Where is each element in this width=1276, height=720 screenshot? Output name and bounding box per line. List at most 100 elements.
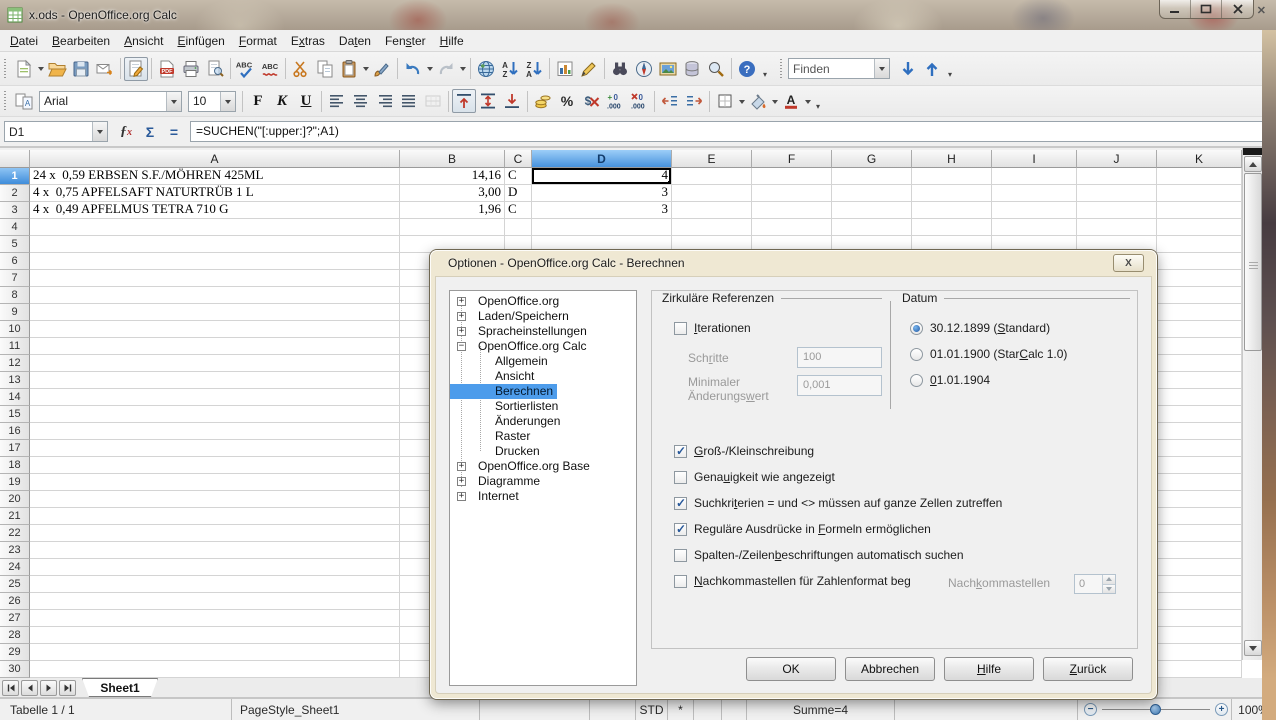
- page-preview-icon[interactable]: [203, 57, 227, 81]
- row-header-5[interactable]: 5: [0, 236, 30, 253]
- cell-a14[interactable]: [30, 389, 400, 406]
- cell-a22[interactable]: [30, 525, 400, 542]
- column-header-a[interactable]: A: [30, 150, 400, 168]
- menu-ansicht[interactable]: Ansicht: [117, 30, 170, 51]
- expand-icon[interactable]: +: [457, 327, 466, 336]
- cell-a30[interactable]: [30, 661, 400, 678]
- underline-icon[interactable]: U: [294, 89, 318, 113]
- expand-icon[interactable]: +: [457, 477, 466, 486]
- increase-indent-icon[interactable]: [682, 89, 706, 113]
- cell-e1[interactable]: [672, 168, 752, 185]
- find-next-icon[interactable]: [896, 57, 920, 81]
- menu-fenster[interactable]: Fenster: [378, 30, 433, 51]
- date-option-1[interactable]: 01.01.1900 (StarCalc 1.0): [910, 347, 1067, 361]
- cell-k18[interactable]: [1157, 457, 1242, 474]
- cell-i1[interactable]: [992, 168, 1077, 185]
- vertical-scrollbar-thumb[interactable]: [1244, 173, 1262, 351]
- tree-item-diagramme[interactable]: Diagramme+: [450, 474, 636, 489]
- cell-h2[interactable]: [912, 185, 992, 202]
- sum-indicator[interactable]: Summe=4: [747, 699, 895, 720]
- tree-item-allgemein[interactable]: Allgemein: [450, 354, 636, 369]
- find-dropdown-button[interactable]: [874, 59, 889, 78]
- zoom-out-icon[interactable]: −: [1084, 703, 1097, 716]
- cell-d3[interactable]: 3: [532, 202, 672, 219]
- cell-k3[interactable]: [1157, 202, 1242, 219]
- undo-dropdown-icon[interactable]: [425, 57, 434, 81]
- cut-icon[interactable]: [289, 57, 313, 81]
- cell-i4[interactable]: [992, 219, 1077, 236]
- previous-sheet-icon[interactable]: [21, 680, 38, 696]
- delete-decimal-icon[interactable]: 0.000: [627, 89, 651, 113]
- cell-f2[interactable]: [752, 185, 832, 202]
- expand-icon[interactable]: +: [457, 312, 466, 321]
- center-vertical-icon[interactable]: [476, 89, 500, 113]
- align-right-icon[interactable]: [373, 89, 397, 113]
- cell-g1[interactable]: [832, 168, 912, 185]
- draw-functions-icon[interactable]: [577, 57, 601, 81]
- cell-a12[interactable]: [30, 355, 400, 372]
- cancel-button[interactable]: Abbrechen: [845, 657, 935, 681]
- row-header-3[interactable]: 3: [0, 202, 30, 219]
- hyperlink-icon[interactable]: [474, 57, 498, 81]
- page-style-indicator[interactable]: PageStyle_Sheet1: [232, 699, 480, 720]
- row-header-18[interactable]: 18: [0, 457, 30, 474]
- tree-item-laden-speichern[interactable]: Laden/Speichern+: [450, 309, 636, 324]
- cell-k17[interactable]: [1157, 440, 1242, 457]
- collapse-icon[interactable]: −: [457, 342, 466, 351]
- cell-a9[interactable]: [30, 304, 400, 321]
- cell-a16[interactable]: [30, 423, 400, 440]
- column-header-k[interactable]: K: [1157, 150, 1242, 168]
- redo-dropdown-icon[interactable]: [458, 57, 467, 81]
- cell-k30[interactable]: [1157, 661, 1242, 678]
- cell-c2[interactable]: D: [505, 185, 532, 202]
- open-icon[interactable]: [45, 57, 69, 81]
- iterations-checkbox[interactable]: Iterationen: [674, 321, 751, 335]
- cell-k20[interactable]: [1157, 491, 1242, 508]
- menu-datei[interactable]: Datei: [3, 30, 45, 51]
- help-icon[interactable]: ?: [735, 57, 759, 81]
- cell-j3[interactable]: [1077, 202, 1157, 219]
- cell-k16[interactable]: [1157, 423, 1242, 440]
- date-option-2[interactable]: 01.01.1904: [910, 373, 990, 387]
- scroll-up-icon[interactable]: [1244, 156, 1262, 172]
- tree-item--nderungen[interactable]: Änderungen: [450, 414, 636, 429]
- cell-k28[interactable]: [1157, 627, 1242, 644]
- option-checkbox-0[interactable]: Groß-/Kleinschreibung: [674, 444, 814, 458]
- cell-h4[interactable]: [912, 219, 992, 236]
- row-header-11[interactable]: 11: [0, 338, 30, 355]
- row-header-15[interactable]: 15: [0, 406, 30, 423]
- cell-g3[interactable]: [832, 202, 912, 219]
- menu-extras[interactable]: Extras: [284, 30, 332, 51]
- decrease-indent-icon[interactable]: [658, 89, 682, 113]
- cell-b2[interactable]: 3,00: [400, 185, 505, 202]
- cell-a4[interactable]: [30, 219, 400, 236]
- cell-k2[interactable]: [1157, 185, 1242, 202]
- row-header-24[interactable]: 24: [0, 559, 30, 576]
- cell-a17[interactable]: [30, 440, 400, 457]
- ok-button[interactable]: OK: [746, 657, 836, 681]
- cell-k13[interactable]: [1157, 372, 1242, 389]
- cell-k8[interactable]: [1157, 287, 1242, 304]
- cell-k21[interactable]: [1157, 508, 1242, 525]
- expand-icon[interactable]: +: [457, 462, 466, 471]
- toolbar-grip[interactable]: [3, 59, 8, 79]
- selection-mode-indicator[interactable]: STD: [636, 699, 668, 720]
- row-header-29[interactable]: 29: [0, 644, 30, 661]
- iterations-checkbox-box[interactable]: [674, 322, 687, 335]
- row-header-12[interactable]: 12: [0, 355, 30, 372]
- menu-einfuegen[interactable]: Einfügen: [170, 30, 231, 51]
- zoom-slider-handle[interactable]: [1150, 704, 1161, 715]
- column-header-i[interactable]: I: [992, 150, 1077, 168]
- cell-a8[interactable]: [30, 287, 400, 304]
- background-color-dropdown-icon[interactable]: [770, 89, 779, 113]
- font-color-icon[interactable]: A: [779, 89, 803, 113]
- row-header-9[interactable]: 9: [0, 304, 30, 321]
- row-header-7[interactable]: 7: [0, 270, 30, 287]
- option-checkbox-4[interactable]: Spalten-/Zeilenbeschriftungen automatisc…: [674, 548, 964, 562]
- cell-k9[interactable]: [1157, 304, 1242, 321]
- cell-a5[interactable]: [30, 236, 400, 253]
- cell-k29[interactable]: [1157, 644, 1242, 661]
- cell-k24[interactable]: [1157, 559, 1242, 576]
- cell-f1[interactable]: [752, 168, 832, 185]
- cell-a26[interactable]: [30, 593, 400, 610]
